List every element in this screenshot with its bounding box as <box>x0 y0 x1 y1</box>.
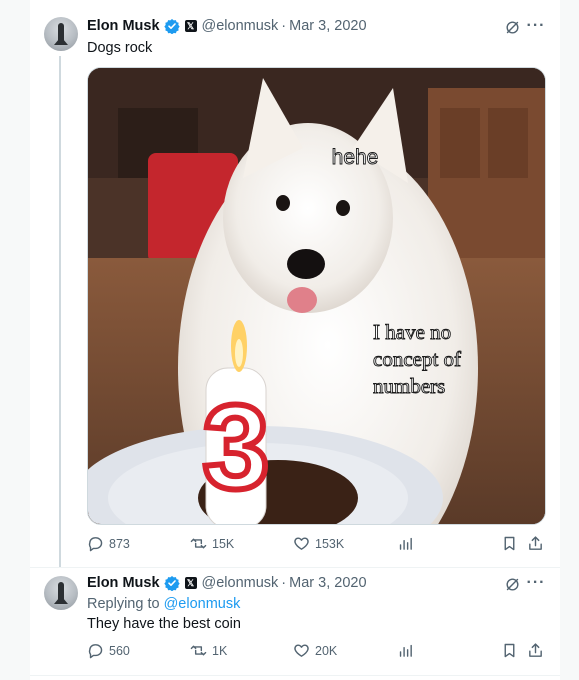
reply-count: 873 <box>109 536 130 551</box>
tweet-text: Dogs rock <box>87 40 153 56</box>
views-button[interactable] <box>397 535 414 552</box>
x-affiliate-badge-icon: 𝕏 <box>184 20 197 32</box>
reply-icon <box>88 537 103 552</box>
replying-prefix: Replying to <box>87 596 164 612</box>
grok-icon[interactable] <box>503 18 521 36</box>
share-button[interactable] <box>527 535 544 552</box>
like-count: 153K <box>315 536 345 551</box>
repost-count: 15K <box>212 536 235 551</box>
tweet-actions: 873 15K 153K <box>87 535 547 555</box>
tweet[interactable]: Elon Musk 𝕏 @elonmusk · Mar 3, 2020 ··· … <box>30 0 560 567</box>
meme-caption-top: hehe <box>332 146 379 169</box>
like-icon <box>294 537 309 550</box>
repost-icon <box>190 645 207 656</box>
author-name[interactable]: Elon Musk <box>87 18 160 34</box>
repost-icon <box>190 538 207 549</box>
replying-to-mention[interactable]: @elonmusk <box>164 596 241 612</box>
tweet-media-image[interactable]: 3 hehe I have no concept of numbers <box>87 67 546 525</box>
views-button[interactable] <box>397 642 414 659</box>
views-icon <box>399 644 412 657</box>
author-name[interactable]: Elon Musk <box>87 575 160 591</box>
reply-count: 560 <box>109 643 130 658</box>
share-icon <box>529 536 542 550</box>
more-icon[interactable]: ··· <box>527 17 545 35</box>
tweet-actions: 560 1K 20K <box>87 642 547 662</box>
like-button[interactable]: 153K <box>293 535 344 552</box>
like-icon <box>294 644 309 657</box>
avatar[interactable] <box>44 17 78 51</box>
tweet-header: Elon Musk 𝕏 @elonmusk · Mar 3, 2020 <box>87 16 367 36</box>
verified-badge-icon <box>163 575 180 591</box>
reply-icon <box>88 644 103 659</box>
meme-caption-line: numbers <box>373 374 445 398</box>
x-affiliate-badge-icon: 𝕏 <box>184 577 197 589</box>
like-count: 20K <box>315 643 338 658</box>
repost-count: 1K <box>212 643 228 658</box>
views-icon <box>399 537 412 550</box>
avatar-fin <box>54 39 59 45</box>
grok-icon[interactable] <box>503 575 521 593</box>
tweet-date[interactable]: Mar 3, 2020 <box>289 575 366 591</box>
avatar-fin <box>63 598 68 604</box>
verified-badge-icon <box>163 18 180 34</box>
meme-caption-line: I have no <box>373 320 451 344</box>
tweet-header: Elon Musk 𝕏 @elonmusk · Mar 3, 2020 <box>87 573 367 593</box>
separator-dot: · <box>281 18 287 34</box>
avatar[interactable] <box>44 576 78 610</box>
author-handle[interactable]: @elonmusk <box>202 575 279 591</box>
replying-to: Replying to @elonmusk <box>87 596 240 612</box>
more-icon[interactable]: ··· <box>527 574 545 592</box>
bookmark-icon <box>504 536 515 551</box>
separator-dot: · <box>281 575 287 591</box>
tweet-date[interactable]: Mar 3, 2020 <box>289 18 366 34</box>
author-handle[interactable]: @elonmusk <box>202 18 279 34</box>
reply-button[interactable]: 560 <box>87 642 130 659</box>
tweet-text: They have the best coin <box>87 616 241 632</box>
avatar-fin <box>54 598 59 604</box>
reply-button[interactable]: 873 <box>87 535 130 552</box>
like-button[interactable]: 20K <box>293 642 337 659</box>
repost-button[interactable]: 15K <box>190 535 234 552</box>
bookmark-button[interactable] <box>501 535 518 552</box>
repost-button[interactable]: 1K <box>190 642 227 659</box>
share-button[interactable] <box>527 642 544 659</box>
share-icon <box>529 643 542 657</box>
meme-caption-line: concept of <box>373 347 461 371</box>
bookmark-icon <box>504 643 515 658</box>
avatar-fin <box>63 39 68 45</box>
svg-text:3: 3 <box>203 380 270 514</box>
tweet[interactable]: Elon Musk 𝕏 @elonmusk · Mar 3, 2020 ··· … <box>30 567 560 676</box>
bookmark-button[interactable] <box>501 642 518 659</box>
